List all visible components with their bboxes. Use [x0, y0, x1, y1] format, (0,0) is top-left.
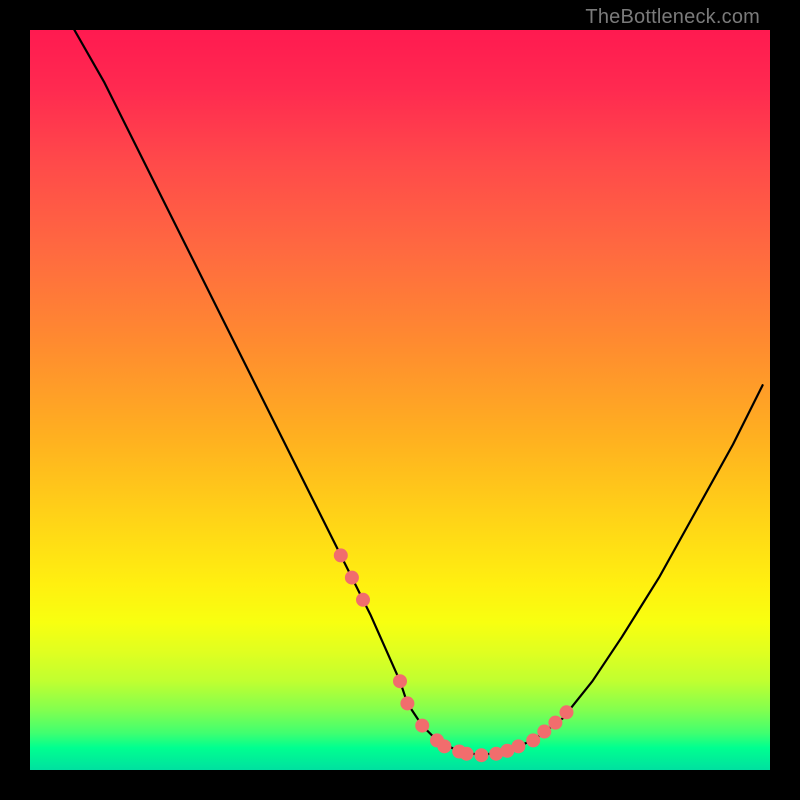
highlight-marker	[334, 548, 348, 562]
highlight-marker	[393, 674, 407, 688]
highlight-marker	[345, 571, 359, 585]
highlight-markers-group	[334, 548, 574, 762]
highlight-marker	[400, 696, 414, 710]
highlight-marker	[548, 716, 562, 730]
highlight-marker	[511, 739, 525, 753]
highlight-marker	[415, 719, 429, 733]
chart-plot-area	[30, 30, 770, 770]
highlight-marker	[356, 593, 370, 607]
highlight-marker	[460, 747, 474, 761]
highlight-marker	[537, 725, 551, 739]
highlight-marker	[474, 748, 488, 762]
highlight-marker	[560, 705, 574, 719]
chart-svg	[30, 30, 770, 770]
highlight-marker	[526, 733, 540, 747]
watermark-label: TheBottleneck.com	[585, 6, 760, 29]
bottleneck-curve	[74, 30, 762, 755]
highlight-marker	[437, 739, 451, 753]
